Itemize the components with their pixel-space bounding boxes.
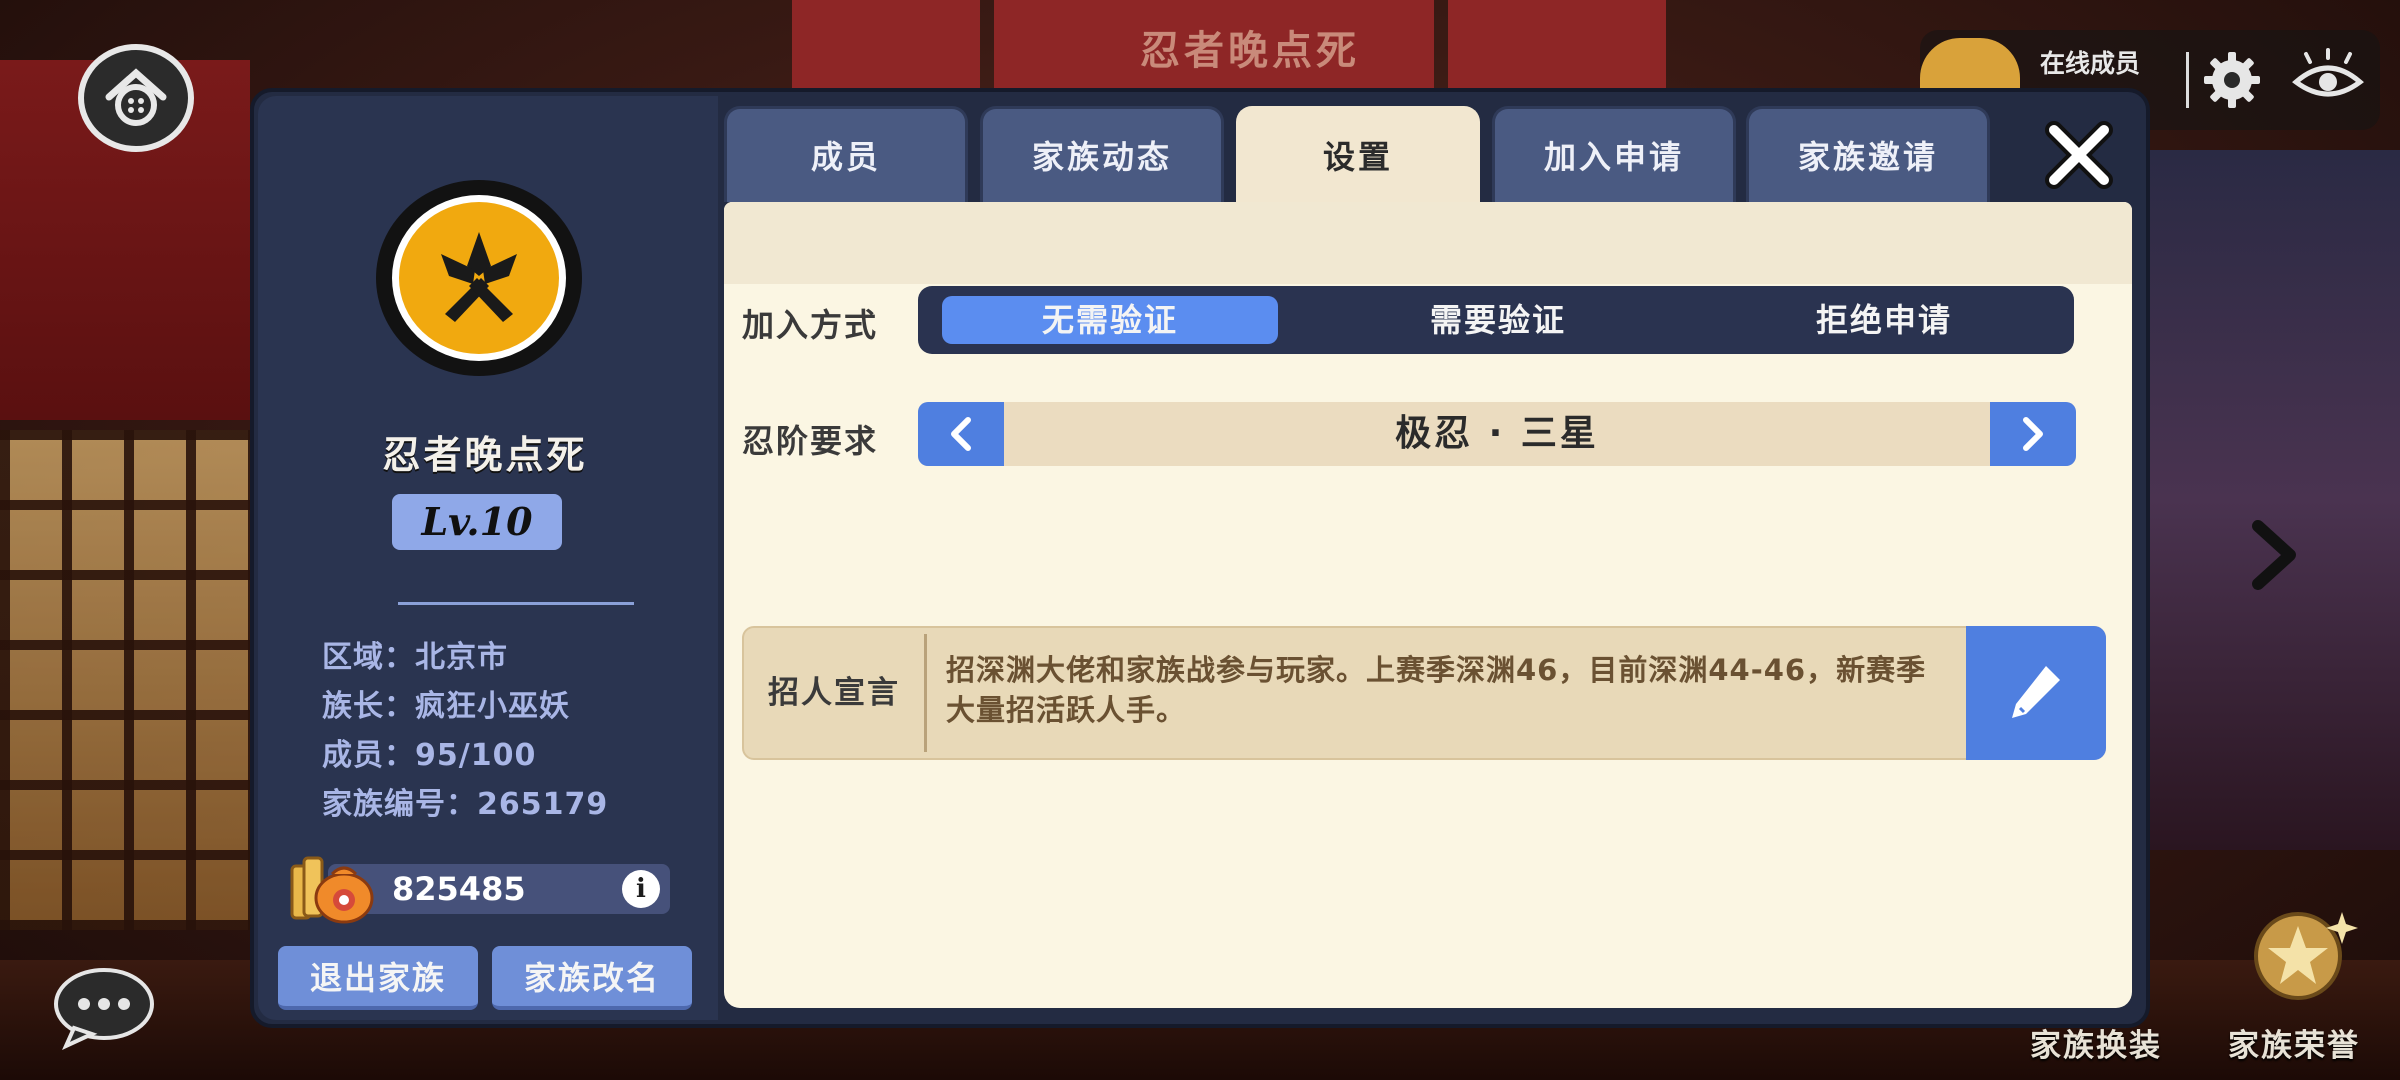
join-option-reject[interactable]: 拒绝申请	[1716, 296, 2052, 344]
join-mode-label: 加入方式	[742, 306, 879, 344]
join-option-no-verification[interactable]: 无需验证	[942, 296, 1278, 344]
edit-manifesto-button[interactable]	[1966, 626, 2106, 760]
family-emblem	[376, 180, 582, 376]
join-option-need-verification[interactable]: 需要验证	[1330, 296, 1666, 344]
family-level-badge: Lv.10	[392, 494, 562, 550]
background-banner-left	[792, 0, 980, 90]
online-members-label[interactable]: 在线成员	[2040, 44, 2180, 80]
gear-icon[interactable]	[2200, 48, 2264, 112]
family-member-count: 成员：95/100	[322, 738, 537, 773]
tab-members[interactable]: 成员	[724, 106, 968, 202]
rename-family-button[interactable]: 家族改名	[492, 946, 692, 1010]
settings-header-strip	[724, 202, 2132, 284]
chevron-right-icon[interactable]	[2246, 520, 2302, 590]
family-costume-label[interactable]: 家族换装	[2030, 1020, 2162, 1065]
family-leader: 族长：疯狂小巫妖	[322, 689, 570, 724]
background-banner-right	[1448, 0, 1666, 90]
emblem-icon	[441, 232, 517, 322]
recruitment-manifesto-text: 招深渊大佬和家族战参与玩家。上赛季深渊46，目前深渊44-46，新赛季大量招活跃…	[946, 653, 1927, 727]
rank-requirement-label: 忍阶要求	[742, 422, 879, 460]
chevron-left-icon	[951, 417, 971, 451]
family-name: 忍者晚点死	[382, 433, 588, 477]
coin-bag-icon	[290, 856, 374, 924]
home-icon	[105, 68, 167, 126]
home-button[interactable]	[78, 44, 194, 152]
eye-icon[interactable]	[2290, 48, 2366, 112]
chevron-right-icon	[2023, 417, 2043, 451]
manifesto-separator	[924, 634, 927, 752]
quit-family-button[interactable]: 退出家族	[278, 946, 478, 1010]
background-banner-title: 忍者晚点死	[1140, 28, 1360, 74]
background-right-scene	[2140, 150, 2400, 850]
info-divider	[398, 602, 634, 605]
rank-requirement-value: 极忍 · 三星	[1395, 413, 1599, 454]
chat-icon[interactable]	[52, 966, 156, 1050]
rank-prev-button[interactable]	[918, 402, 1004, 466]
background-shoji-window	[0, 430, 250, 930]
tab-family-invites[interactable]: 家族邀请	[1746, 106, 1990, 202]
info-icon[interactable]: i	[622, 870, 660, 908]
family-id: 家族编号：265179	[322, 787, 609, 822]
recruitment-manifesto-label: 招人宣言	[768, 675, 900, 711]
hud-divider	[2186, 52, 2189, 108]
family-funds-value: 825485	[392, 870, 526, 908]
family-honor-label[interactable]: 家族荣誉	[2228, 1020, 2360, 1065]
tab-settings[interactable]: 设置	[1236, 106, 1480, 202]
rank-next-button[interactable]	[1990, 402, 2076, 466]
pencil-icon	[2012, 666, 2060, 718]
tab-family-news[interactable]: 家族动态	[980, 106, 1224, 202]
tab-join-requests[interactable]: 加入申请	[1492, 106, 1736, 202]
trophy-icon[interactable]	[2236, 904, 2364, 1012]
family-region: 区域：北京市	[322, 640, 508, 675]
close-icon[interactable]	[2040, 116, 2118, 194]
